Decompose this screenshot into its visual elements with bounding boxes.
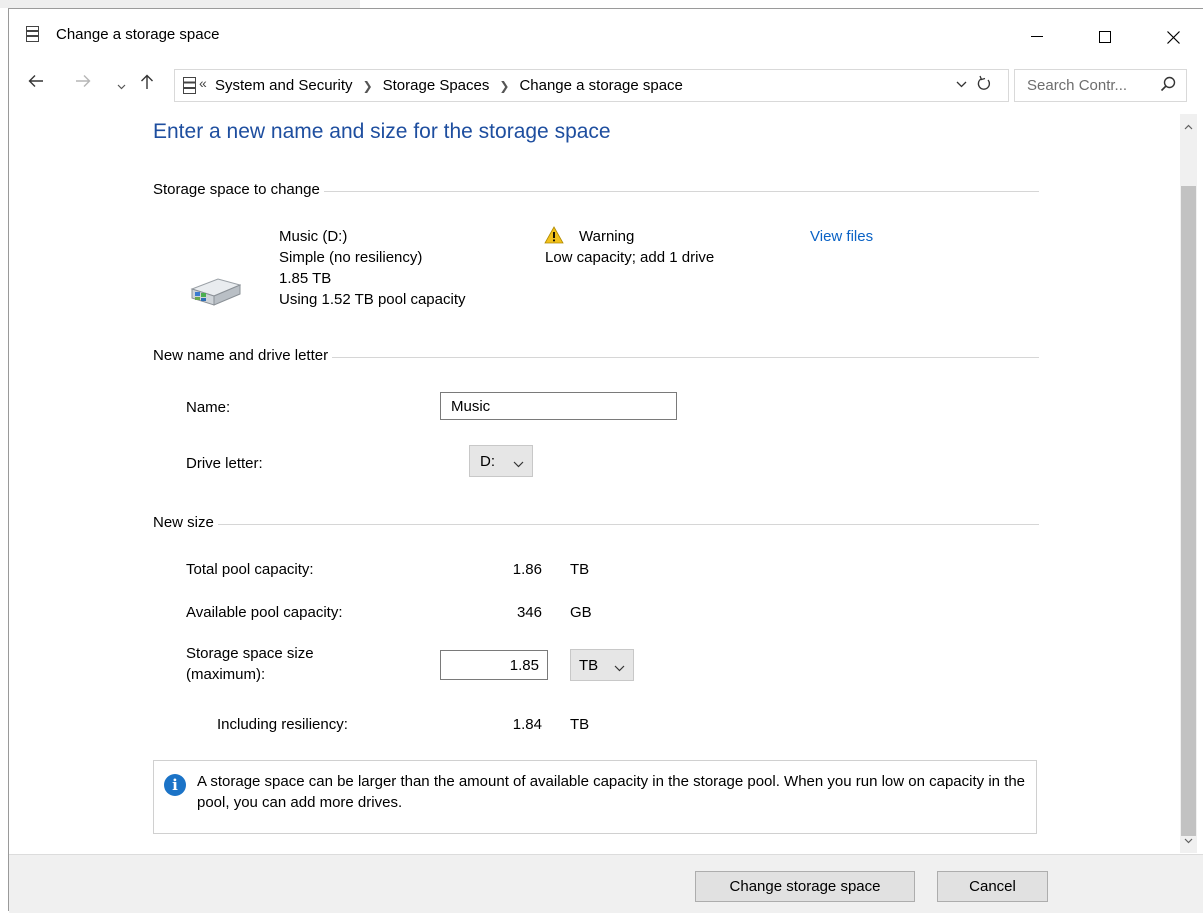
change-storage-space-button[interactable]: Change storage space (695, 871, 915, 902)
up-arrow-icon[interactable] (140, 74, 154, 95)
drive-letter-label: Drive letter: (186, 455, 263, 472)
drive-letter-value: D: (480, 453, 495, 470)
chevron-down-icon (614, 660, 625, 675)
back-arrow-icon[interactable] (28, 74, 44, 93)
storage-space-size-label: Storage space size (186, 645, 314, 662)
section-title: New size (153, 514, 218, 531)
storage-space-size-label-maximum: (maximum): (186, 666, 266, 683)
address-bar[interactable]: « System and Security ❯ Storage Spaces ❯ Cha… (174, 69, 1009, 102)
close-icon (1166, 30, 1180, 44)
space-size: 1.85 TB (279, 270, 332, 287)
total-pool-capacity-label: Total pool capacity: (186, 561, 314, 578)
storage-space-size-input[interactable]: 1.85 (440, 650, 548, 680)
section-name-and-drive-letter: New name and drive letter (153, 347, 1039, 367)
maximize-icon (1099, 31, 1111, 43)
available-pool-capacity-unit: GB (570, 604, 592, 621)
window-title: Change a storage space (56, 26, 220, 43)
breadcrumb-overflow[interactable]: « (199, 75, 207, 91)
drive-letter-select[interactable]: D: (469, 445, 533, 477)
info-icon: i (164, 774, 186, 796)
info-box: i A storage space can be larger than the… (153, 760, 1037, 834)
section-divider (153, 524, 1039, 525)
search-box[interactable]: Search Contr... (1014, 69, 1187, 102)
chevron-down-icon (513, 456, 524, 471)
available-pool-capacity-label: Available pool capacity: (186, 604, 343, 621)
desktop-strip (0, 0, 360, 8)
cancel-button[interactable]: Cancel (937, 871, 1048, 902)
minimize-icon (1031, 36, 1043, 37)
storage-drive-icon (190, 278, 241, 306)
including-resiliency-unit: TB (570, 716, 590, 733)
close-button[interactable] (1150, 17, 1196, 57)
available-pool-capacity-value: 346 (516, 604, 542, 621)
page-title: Enter a new name and size for the storag… (153, 120, 611, 143)
footer-bar: Change storage space Cancel (9, 854, 1203, 913)
space-resiliency: Simple (no resiliency) (279, 249, 423, 266)
refresh-icon[interactable] (977, 75, 991, 96)
storage-spaces-icon (183, 77, 196, 94)
search-icon[interactable] (1160, 76, 1176, 92)
size-unit-select[interactable]: TB (570, 649, 634, 681)
maximize-button[interactable] (1082, 17, 1128, 57)
breadcrumb-item[interactable]: System and Security (215, 77, 353, 94)
info-message: A storage space can be larger than the a… (197, 773, 1026, 811)
including-resiliency-value: 1.84 (512, 716, 542, 733)
breadcrumb-separator-icon[interactable]: ❯ (363, 79, 373, 93)
size-unit-value: TB (579, 657, 599, 674)
vertical-scrollbar[interactable] (1180, 114, 1197, 853)
breadcrumb-item[interactable]: Storage Spaces (383, 77, 490, 94)
including-resiliency-label: Including resiliency: (217, 716, 348, 733)
breadcrumb-separator-icon[interactable]: ❯ (499, 79, 509, 93)
storage-space-size-value: 1.85 (509, 657, 539, 674)
warning-title: Warning (579, 228, 635, 245)
window: Change a storage space « System and Secu… (8, 8, 1203, 913)
scroll-down-icon[interactable] (1180, 832, 1197, 849)
name-input-value: Music (451, 398, 491, 415)
address-dropdown-icon[interactable] (956, 76, 967, 91)
scroll-up-icon[interactable] (1180, 118, 1197, 135)
space-name: Music (D:) (279, 228, 348, 245)
name-label: Name: (186, 399, 231, 416)
total-pool-capacity-value: 1.86 (512, 561, 542, 578)
breadcrumb: System and Security ❯ Storage Spaces ❯ Chang… (215, 77, 683, 94)
section-storage-space-to-change: Storage space to change (153, 181, 1039, 201)
total-pool-capacity-unit: TB (570, 561, 590, 578)
recent-locations-chevron-icon[interactable] (117, 77, 126, 95)
minimize-button[interactable] (1014, 17, 1060, 57)
warning-detail: Low capacity; add 1 drive (545, 249, 715, 266)
section-title: New name and drive letter (153, 347, 333, 364)
name-input[interactable]: Music (440, 392, 677, 420)
section-new-size: New size (153, 514, 1039, 534)
navigation-bar: « System and Security ❯ Storage Spaces ❯ Cha… (9, 69, 1203, 103)
search-placeholder: Search Contr... (1027, 77, 1128, 94)
view-files-link[interactable]: View files (810, 228, 873, 245)
warning-icon (544, 226, 564, 244)
section-title: Storage space to change (153, 181, 324, 198)
forward-arrow-icon[interactable] (75, 74, 91, 93)
space-pool-usage: Using 1.52 TB pool capacity (279, 291, 466, 308)
breadcrumb-item[interactable]: Change a storage space (519, 77, 682, 94)
title-bar: Change a storage space (9, 9, 1203, 55)
storage-spaces-icon (26, 26, 39, 42)
scrollbar-thumb[interactable] (1181, 186, 1196, 836)
